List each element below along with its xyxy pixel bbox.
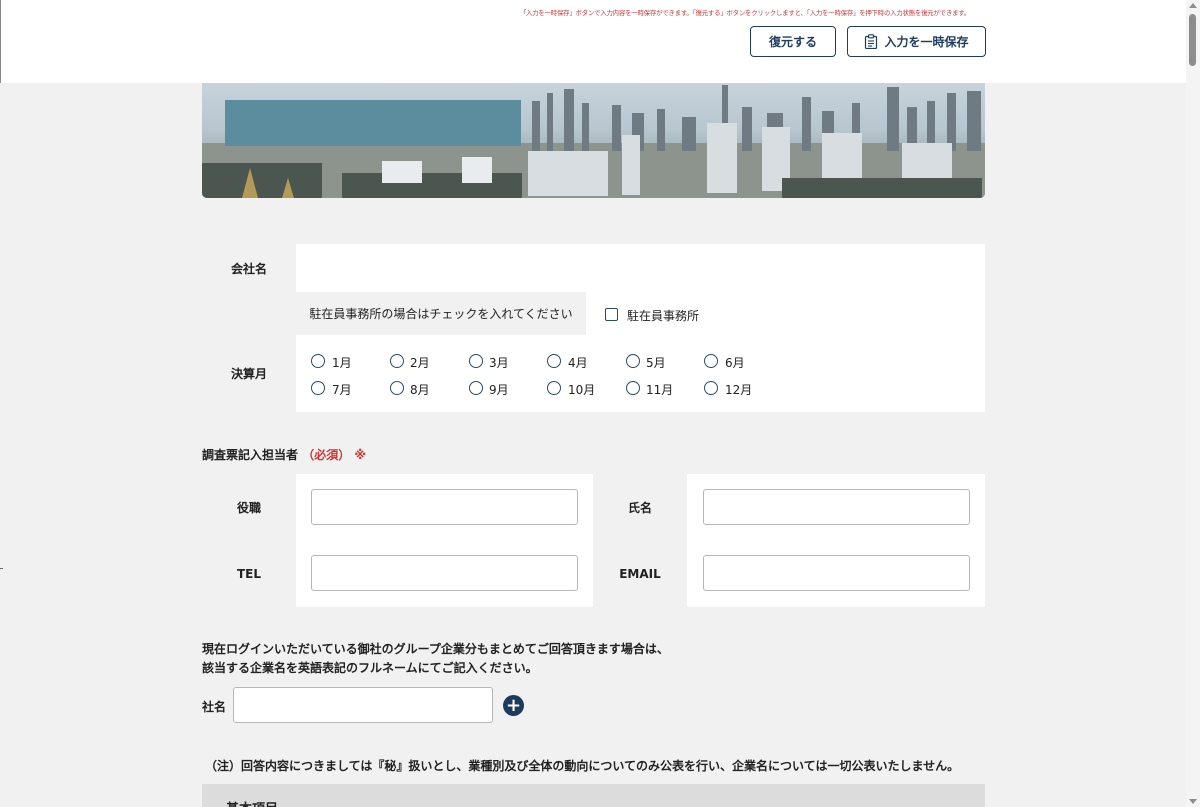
- month-radio-4[interactable]: [547, 354, 561, 368]
- month-radio-3[interactable]: [469, 354, 483, 368]
- month-radio-9[interactable]: [469, 381, 483, 395]
- company-label-spacer: [202, 292, 296, 335]
- banner-title-box: [225, 100, 521, 146]
- contact-panel: 役職 TEL 氏名 EMAIL: [202, 474, 985, 607]
- contact-title-text: 調査票記入担当者: [202, 448, 299, 462]
- position-label: 役職: [202, 474, 296, 540]
- rep-office-checkbox[interactable]: [605, 308, 618, 321]
- required-badge: （必須）: [302, 448, 351, 462]
- month-radio-5[interactable]: [626, 354, 640, 368]
- email-input[interactable]: [703, 555, 970, 591]
- group-note-line1: 現在ログインいただいている御社のグループ企業分もまとめてご回答頂きます場合は、: [202, 642, 669, 656]
- month-radio-1[interactable]: [311, 354, 325, 368]
- city-banner-image: [202, 83, 985, 198]
- disclaimer-text: （注）回答内容につきましては『秘』扱いとし、業種別及び全体の動向についてのみ公表…: [205, 759, 960, 773]
- tel-input[interactable]: [311, 555, 578, 591]
- month-label-5: 5月: [646, 356, 666, 370]
- person-name-label: 氏名: [593, 474, 687, 540]
- month-label-12: 12月: [725, 383, 753, 397]
- group-note-line2: 該当する企業名を英語表記のフルネームにてご記入ください。: [202, 661, 538, 675]
- month-radio-7[interactable]: [311, 381, 325, 395]
- scrollbar-thumb[interactable]: [1189, 14, 1196, 66]
- month-label-4: 4月: [568, 356, 588, 370]
- plus-icon: +: [505, 695, 522, 716]
- scrollbar[interactable]: [1186, 0, 1200, 807]
- scroll-down-icon[interactable]: [1189, 799, 1197, 804]
- contact-section-title: 調査票記入担当者 （必須） ※: [202, 446, 366, 463]
- restore-button-label: 復元する: [768, 35, 817, 49]
- restore-button[interactable]: 復元する: [750, 26, 836, 57]
- month-label-2: 2月: [410, 356, 430, 370]
- fiscal-month-label: 決算月: [202, 335, 296, 412]
- month-radio-12[interactable]: [704, 381, 718, 395]
- month-label-10: 10月: [568, 383, 596, 397]
- basic-items-title: 基本項目: [226, 798, 278, 807]
- person-name-input[interactable]: [703, 489, 970, 525]
- company-name-label: 会社名: [202, 244, 296, 292]
- month-label-8: 8月: [410, 383, 430, 397]
- company-info-panel: 会社名 駐在員事務所の場合はチェックを入れてください 駐在員事務所 決算月 1月…: [202, 244, 985, 412]
- add-company-button[interactable]: +: [503, 695, 524, 716]
- save-note: 「入力を一時保存」ボタンで入力内容を一時保存ができます。「復元する」ボタンをクリ…: [519, 9, 970, 17]
- month-label-7: 7月: [332, 383, 352, 397]
- required-mark: ※: [354, 448, 367, 462]
- basic-items-section: 基本項目: [202, 784, 985, 807]
- rep-office-prompt: 駐在員事務所の場合はチェックを入れてください: [296, 292, 586, 335]
- month-radio-11[interactable]: [626, 381, 640, 395]
- temp-save-button-label: 入力を一時保存: [884, 35, 969, 49]
- window-edge-mark: [0, 568, 3, 569]
- group-company-input[interactable]: [233, 687, 493, 723]
- position-input[interactable]: [311, 489, 578, 525]
- rep-office-checkbox-label: 駐在員事務所: [627, 309, 700, 323]
- month-radio-2[interactable]: [390, 354, 404, 368]
- tel-label: TEL: [202, 540, 296, 607]
- group-company-label: 社名: [202, 700, 227, 714]
- month-label-3: 3月: [489, 356, 509, 370]
- month-label-1: 1月: [332, 356, 352, 370]
- month-label-9: 9月: [489, 383, 509, 397]
- scroll-up-icon[interactable]: [1189, 3, 1197, 8]
- month-label-11: 11月: [646, 383, 674, 397]
- clipboard-icon: [865, 34, 878, 49]
- month-radio-6[interactable]: [704, 354, 718, 368]
- temp-save-button[interactable]: 入力を一時保存: [847, 26, 986, 57]
- month-radio-8[interactable]: [390, 381, 404, 395]
- month-radio-10[interactable]: [547, 381, 561, 395]
- email-label: EMAIL: [593, 540, 687, 607]
- month-label-6: 6月: [725, 356, 745, 370]
- top-toolbar: 「入力を一時保存」ボタンで入力内容を一時保存ができます。「復元する」ボタンをクリ…: [0, 0, 1187, 83]
